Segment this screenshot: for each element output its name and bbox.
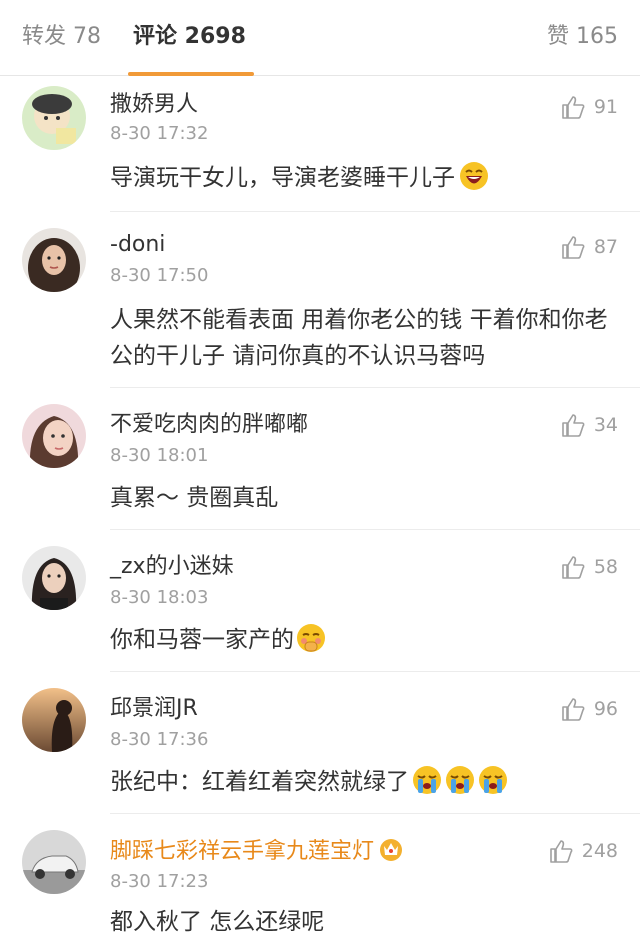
tab-repost[interactable]: 转发 78 bbox=[22, 22, 101, 52]
comment-text-content: 你和马蓉一家产的 bbox=[110, 627, 294, 653]
avatar[interactable] bbox=[22, 228, 86, 292]
thumbs-up-icon bbox=[549, 840, 573, 863]
comment-username[interactable]: 撒娇男人 bbox=[110, 90, 198, 120]
crying-emoji-icon bbox=[413, 766, 441, 794]
comment-text-content: 张纪中：红着红着突然就绿了 bbox=[110, 769, 409, 795]
comment-text: 你和马蓉一家产的 bbox=[110, 622, 620, 658]
like-button[interactable]: 91 bbox=[560, 94, 618, 120]
like-button[interactable]: 87 bbox=[560, 234, 618, 260]
comment-item: 不爱吃肉肉的胖嘟嘟 8-30 18:01 真累～ 贵圈真乱 34 bbox=[0, 388, 640, 530]
like-button[interactable]: 58 bbox=[560, 554, 618, 580]
comment-item: 脚踩七彩祥云手拿九莲宝灯 8-30 17:23 都入秋了 怎么还绿呢 248 bbox=[0, 814, 640, 942]
thumbs-up-icon bbox=[562, 414, 585, 437]
tab-likes[interactable]: 赞 165 bbox=[547, 22, 618, 52]
like-button[interactable]: 34 bbox=[560, 412, 618, 438]
comment-item: 邱景润JR 8-30 17:36 张纪中：红着红着突然就绿了 96 bbox=[0, 672, 640, 814]
comment-item: _zx的小迷妹 8-30 18:03 你和马蓉一家产的 58 bbox=[0, 530, 640, 672]
like-count: 34 bbox=[593, 414, 618, 436]
comment-time: 8-30 17:50 bbox=[110, 265, 209, 286]
comment-text: 人果然不能看表面 用着你老公的钱 干着你和你老公的干儿子 请问你真的不认识马蓉吗 bbox=[110, 307, 608, 369]
comment-time: 8-30 17:32 bbox=[110, 123, 209, 144]
comment-text: 都入秋了 怎么还绿呢 bbox=[110, 909, 325, 935]
like-button[interactable]: 96 bbox=[560, 696, 618, 722]
shy-emoji-icon bbox=[297, 624, 325, 652]
crying-emoji-icon bbox=[446, 766, 474, 794]
comment-text: 真累～ 贵圈真乱 bbox=[110, 485, 279, 511]
avatar[interactable] bbox=[22, 688, 86, 752]
thumbs-up-icon bbox=[562, 96, 585, 119]
comment-username[interactable]: 不爱吃肉肉的胖嘟嘟 bbox=[110, 410, 308, 440]
thumbs-up-icon bbox=[562, 556, 585, 579]
comment-time: 8-30 18:03 bbox=[110, 587, 209, 608]
like-count: 248 bbox=[581, 840, 618, 862]
thumbs-up-icon bbox=[562, 236, 585, 259]
comment-item: 撒娇男人 8-30 17:32 导演玩干女儿，导演老婆睡干儿子 91 bbox=[0, 76, 640, 212]
like-count: 87 bbox=[593, 236, 618, 258]
avatar[interactable] bbox=[22, 404, 86, 468]
comment-tabs: 转发 78 评论 2698 赞 165 bbox=[0, 0, 640, 76]
comment-text: 导演玩干女儿，导演老婆睡干儿子 bbox=[110, 160, 620, 196]
comment-time: 8-30 18:01 bbox=[110, 445, 209, 466]
comment-text-content: 导演玩干女儿，导演老婆睡干儿子 bbox=[110, 165, 455, 191]
comment-username[interactable]: 邱景润JR bbox=[110, 694, 198, 724]
comment-item: -doni 8-30 17:50 人果然不能看表面 用着你老公的钱 干着你和你老… bbox=[0, 212, 640, 388]
like-count: 91 bbox=[593, 96, 618, 118]
avatar[interactable] bbox=[22, 830, 86, 894]
comment-text: 张纪中：红着红着突然就绿了 bbox=[110, 764, 620, 800]
tab-comments[interactable]: 评论 2698 bbox=[133, 22, 246, 52]
like-count: 58 bbox=[593, 556, 618, 578]
crown-badge-icon bbox=[380, 839, 403, 861]
like-button[interactable]: 248 bbox=[548, 838, 618, 864]
comment-time: 8-30 17:36 bbox=[110, 729, 209, 750]
comment-time: 8-30 17:23 bbox=[110, 871, 209, 892]
thumbs-up-icon bbox=[562, 698, 585, 721]
comment-username[interactable]: -doni bbox=[110, 230, 165, 260]
crying-emoji-icon bbox=[479, 766, 507, 794]
avatar[interactable] bbox=[22, 86, 86, 150]
avatar[interactable] bbox=[22, 546, 86, 610]
like-count: 96 bbox=[593, 698, 618, 720]
laughing-emoji-icon bbox=[460, 162, 488, 190]
vip-username: 脚踩七彩祥云手拿九莲宝灯 bbox=[110, 839, 375, 864]
comment-username[interactable]: 脚踩七彩祥云手拿九莲宝灯 bbox=[110, 836, 404, 867]
comment-username[interactable]: _zx的小迷妹 bbox=[110, 552, 234, 582]
